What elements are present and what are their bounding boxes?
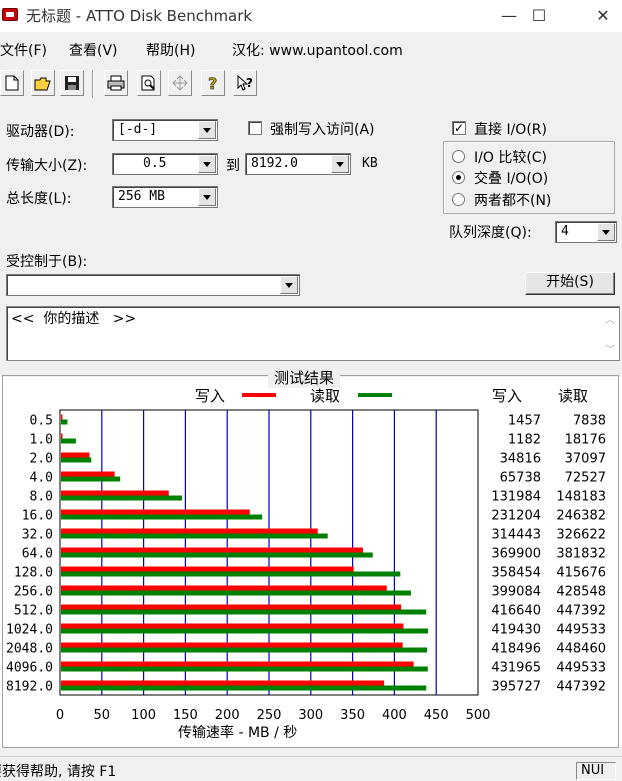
print-preview-icon[interactable] (137, 70, 161, 96)
svg-text:?: ? (246, 76, 253, 90)
print-icon[interactable] (104, 70, 128, 96)
menu-help[interactable]: 帮助(H) (146, 40, 195, 60)
title-bar: 无标题 - ATTO Disk Benchmark — ☐ ✕ (0, 0, 622, 32)
queue-depth-value: 4 (561, 224, 569, 239)
controlled-by-label: 受控制于(B): (6, 254, 88, 270)
neither-radio[interactable] (452, 193, 465, 206)
context-help-icon[interactable]: ? (233, 70, 257, 96)
io-compare-label: I/O 比较(C) (474, 150, 548, 166)
drive-value: [-d-] (118, 122, 158, 137)
force-write-checkbox[interactable] (248, 121, 262, 135)
description-textarea[interactable]: << 你的描述 >> ︿ ﹀ (6, 306, 620, 361)
total-length-select[interactable]: 256 MB (112, 186, 218, 208)
results-group-title: 测试结果 (268, 367, 341, 388)
direct-io-checkbox[interactable]: ✓ (452, 121, 466, 135)
direct-io-label: 直接 I/O(R) (474, 122, 547, 138)
menu-view[interactable]: 查看(V) (69, 40, 118, 60)
chevron-down-icon[interactable] (331, 155, 349, 173)
menu-file[interactable]: 文件(F) (0, 40, 47, 60)
transfer-size-label: 传输大小(Z): (6, 158, 88, 174)
drive-label: 驱动器(D): (6, 124, 75, 140)
save-icon[interactable] (60, 70, 84, 96)
toolbar-separator (92, 70, 94, 98)
status-bar: 要获得帮助, 请按 F1 (0, 756, 622, 780)
transfer-to-value: 8192.0 (251, 156, 298, 171)
queue-depth-label: 队列深度(Q): (449, 225, 532, 241)
queue-depth-select[interactable]: 4 (555, 221, 617, 243)
results-group-frame (2, 375, 619, 748)
toolbar: ? ? (0, 66, 280, 102)
kb-unit-label: KB (362, 156, 378, 171)
scroll-down-icon[interactable]: ﹀ (605, 341, 615, 356)
num-lock-indicator: NUI (576, 762, 616, 780)
maximize-button[interactable]: ☐ (516, 0, 562, 32)
transfer-to-select[interactable]: 8192.0 (245, 153, 351, 175)
scroll-up-icon[interactable]: ︿ (605, 311, 615, 326)
io-compare-radio[interactable] (452, 150, 465, 163)
app-icon[interactable] (2, 8, 18, 21)
menu-localized-site: 汉化: www.upantool.com (232, 43, 403, 59)
neither-label: 两者都不(N) (474, 193, 552, 209)
chevron-down-icon[interactable] (198, 121, 216, 139)
drive-select[interactable]: [-d-] (112, 119, 218, 141)
description-text: << 你的描述 >> (11, 311, 137, 327)
overlap-io-radio[interactable] (452, 171, 465, 184)
chevron-down-icon[interactable] (198, 155, 216, 173)
window-title: 无标题 - ATTO Disk Benchmark (26, 7, 253, 25)
description-scrollbar[interactable]: ︿ ﹀ (601, 307, 619, 360)
start-button[interactable]: 开始(S) (525, 272, 615, 295)
chevron-down-icon[interactable] (597, 223, 615, 241)
force-write-label: 强制写入访问(A) (270, 122, 375, 138)
menu-bar: 文件(F) 查看(V) 帮助(H) 汉化: www.upantool.com (0, 34, 622, 64)
open-icon[interactable] (31, 70, 55, 96)
overlap-io-label: 交叠 I/O(O) (474, 171, 549, 187)
to-label: 到 (226, 158, 240, 174)
move-icon[interactable] (168, 70, 192, 96)
chevron-down-icon[interactable] (280, 276, 298, 294)
controlled-by-select[interactable] (6, 274, 300, 296)
close-button[interactable]: ✕ (580, 0, 622, 32)
help-icon[interactable]: ? (201, 70, 225, 96)
svg-text:?: ? (208, 74, 217, 92)
transfer-from-value: 0.5 (143, 156, 167, 171)
status-help-text: 要获得帮助, 请按 F1 (0, 764, 117, 780)
new-icon[interactable] (0, 70, 24, 96)
chevron-down-icon[interactable] (198, 188, 216, 206)
transfer-from-select[interactable]: 0.5 (112, 153, 218, 175)
total-length-value: 256 MB (118, 189, 165, 204)
total-length-label: 总长度(L): (6, 191, 72, 207)
